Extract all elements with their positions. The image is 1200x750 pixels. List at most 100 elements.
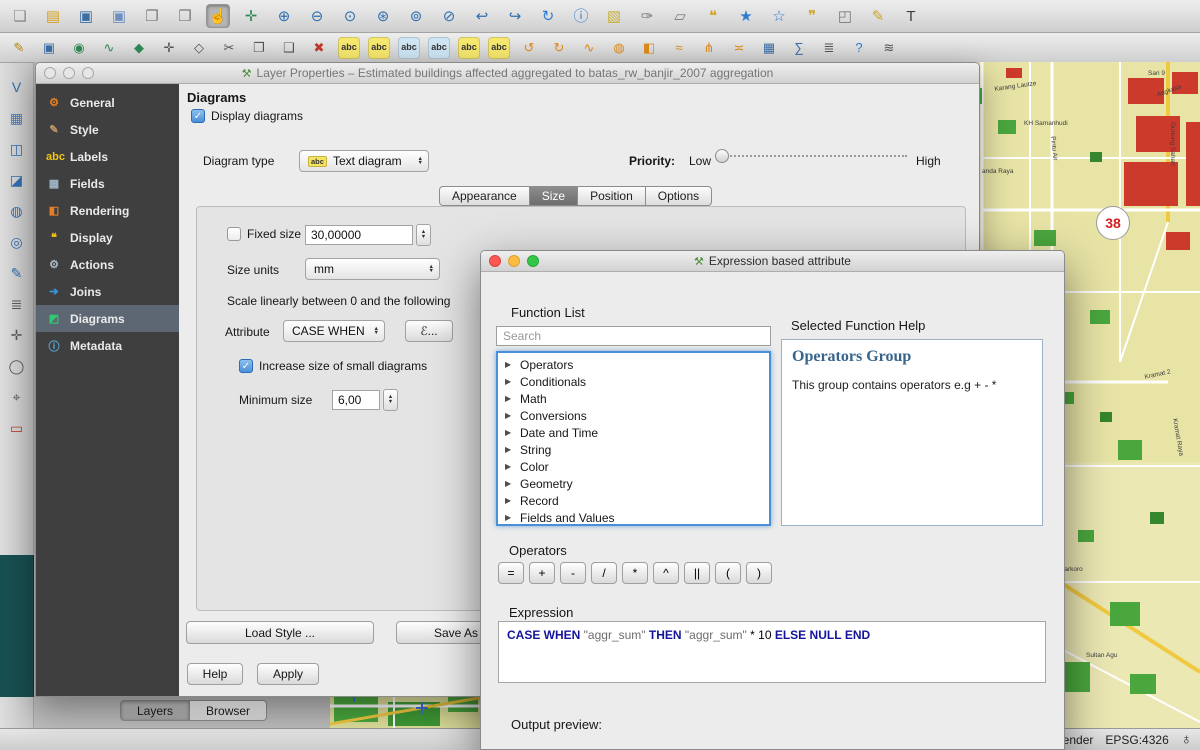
copy-features-icon[interactable]: ❐ bbox=[248, 37, 270, 59]
rotate-feature-icon[interactable]: ↻ bbox=[548, 37, 570, 59]
fixed-size-stepper[interactable]: ▲▼ bbox=[416, 224, 431, 246]
add-gps-icon[interactable]: ✛ bbox=[5, 323, 29, 347]
expand-arrow-icon[interactable]: ▶ bbox=[505, 360, 514, 369]
attribute-dropdown[interactable]: CASE WHEN " ▲▼ bbox=[283, 320, 385, 342]
zoom-last-icon[interactable]: ↩ bbox=[470, 4, 494, 28]
add-wms-layer-icon[interactable]: ◍ bbox=[5, 199, 29, 223]
add-delimited-text-icon[interactable]: ≣ bbox=[5, 292, 29, 316]
sidebar-item-diagrams[interactable]: ◩ Diagrams bbox=[36, 305, 179, 332]
new-bookmark-icon[interactable]: ★ bbox=[734, 4, 758, 28]
expression-editor[interactable]: CASE WHEN "aggr_sum" THEN "aggr_sum" * 1… bbox=[498, 621, 1046, 683]
operator-button[interactable]: ^ bbox=[653, 562, 679, 584]
split-features-icon[interactable]: ⋔ bbox=[698, 37, 720, 59]
toggle-editing-icon[interactable]: ✎ bbox=[8, 37, 30, 59]
label-abc-move-icon[interactable]: abc bbox=[398, 37, 420, 59]
operator-button[interactable]: - bbox=[560, 562, 586, 584]
tab-layers[interactable]: Layers bbox=[120, 700, 190, 721]
ruler-icon[interactable]: ≣ bbox=[818, 37, 840, 59]
zoom-to-layer-icon[interactable]: ⊘ bbox=[437, 4, 461, 28]
crs-globe-icon[interactable]: ♁ bbox=[1181, 731, 1192, 748]
zoom-next-icon[interactable]: ↪ bbox=[503, 4, 527, 28]
capture-point-icon[interactable]: ◉ bbox=[68, 37, 90, 59]
node-tool-icon[interactable]: ◇ bbox=[188, 37, 210, 59]
operator-button[interactable]: = bbox=[498, 562, 524, 584]
identify-icon[interactable]: ⓘ bbox=[569, 4, 593, 28]
minimize-button[interactable] bbox=[508, 255, 520, 267]
composer-manager-icon[interactable]: ❒ bbox=[173, 4, 197, 28]
new-composer-icon[interactable]: ❐ bbox=[140, 4, 164, 28]
function-group-item[interactable]: ▶ Record bbox=[498, 492, 769, 509]
expand-arrow-icon[interactable]: ▶ bbox=[505, 428, 514, 437]
expression-titlebar[interactable]: ⚒ Expression based attribute bbox=[481, 251, 1064, 272]
reshape-icon[interactable]: ≈ bbox=[668, 37, 690, 59]
paste-features-icon[interactable]: ❑ bbox=[278, 37, 300, 59]
new-shapefile-icon[interactable]: ✎ bbox=[5, 261, 29, 285]
function-group-item[interactable]: ▶ Fields and Values bbox=[498, 509, 769, 526]
delete-selected-icon[interactable]: ✖ bbox=[308, 37, 330, 59]
zoom-button[interactable] bbox=[82, 67, 94, 79]
python-console-icon[interactable]: ≋ bbox=[878, 37, 900, 59]
display-diagrams-checkbox[interactable]: ✓ bbox=[191, 109, 205, 123]
function-group-item[interactable]: ▶ Operators bbox=[498, 356, 769, 373]
overview-icon[interactable]: ◰ bbox=[833, 4, 857, 28]
new-annotation-icon[interactable]: ✎ bbox=[866, 4, 890, 28]
expand-arrow-icon[interactable]: ▶ bbox=[505, 462, 514, 471]
move-feature-icon[interactable]: ✛ bbox=[158, 37, 180, 59]
close-button[interactable] bbox=[489, 255, 501, 267]
function-group-item[interactable]: ▶ Conversions bbox=[498, 407, 769, 424]
function-group-item[interactable]: ▶ Math bbox=[498, 390, 769, 407]
function-group-item[interactable]: ▶ String bbox=[498, 441, 769, 458]
zoom-button[interactable] bbox=[527, 255, 539, 267]
tab-size[interactable]: Size bbox=[530, 186, 578, 206]
function-group-item[interactable]: ▶ Date and Time bbox=[498, 424, 769, 441]
add-wfs-layer-icon[interactable]: ◎ bbox=[5, 230, 29, 254]
simplify-feature-icon[interactable]: ∿ bbox=[578, 37, 600, 59]
fixed-size-field[interactable]: 30,00000 bbox=[305, 225, 413, 245]
expand-arrow-icon[interactable]: ▶ bbox=[505, 479, 514, 488]
function-group-item[interactable]: ▶ Color bbox=[498, 458, 769, 475]
add-postgis-layer-icon[interactable]: ◫ bbox=[5, 137, 29, 161]
label-abc-icon[interactable]: abc bbox=[338, 37, 360, 59]
open-project-icon[interactable]: ▤ bbox=[41, 4, 65, 28]
annotation-icon[interactable]: ❞ bbox=[800, 4, 824, 28]
expand-arrow-icon[interactable]: ▶ bbox=[505, 513, 514, 522]
close-button[interactable] bbox=[44, 67, 56, 79]
add-part-icon[interactable]: ◧ bbox=[638, 37, 660, 59]
measure-icon[interactable]: ✑ bbox=[635, 4, 659, 28]
map-tips-icon[interactable]: ❝ bbox=[701, 4, 725, 28]
expand-arrow-icon[interactable]: ▶ bbox=[505, 496, 514, 505]
diagram-type-dropdown[interactable]: abc Text diagram ▲▼ bbox=[299, 150, 429, 172]
sidebar-item-labels[interactable]: abc Labels bbox=[36, 143, 179, 170]
show-bookmarks-icon[interactable]: ☆ bbox=[767, 4, 791, 28]
save-project-as-icon[interactable]: ▣ bbox=[107, 4, 131, 28]
add-vector-layer-icon[interactable]: V bbox=[5, 75, 29, 99]
slider-thumb[interactable] bbox=[715, 149, 729, 163]
sidebar-item-display[interactable]: ❝ Display bbox=[36, 224, 179, 251]
tab-browser[interactable]: Browser bbox=[190, 700, 267, 721]
operator-button[interactable]: ) bbox=[746, 562, 772, 584]
label-abc-show-icon[interactable]: abc bbox=[488, 37, 510, 59]
function-group-item[interactable]: ▶ Conditionals bbox=[498, 373, 769, 390]
field-calculator-icon[interactable]: ∑ bbox=[788, 37, 810, 59]
coordinate-capture-icon[interactable]: ⌖ bbox=[5, 385, 29, 409]
cut-features-icon[interactable]: ✂ bbox=[218, 37, 240, 59]
save-edits-icon[interactable]: ▣ bbox=[38, 37, 60, 59]
select-features-icon[interactable]: ▧ bbox=[602, 4, 626, 28]
add-spatialite-layer-icon[interactable]: ◪ bbox=[5, 168, 29, 192]
sidebar-item-joins[interactable]: ➔ Joins bbox=[36, 278, 179, 305]
minimize-button[interactable] bbox=[63, 67, 75, 79]
operator-button[interactable]: * bbox=[622, 562, 648, 584]
expand-arrow-icon[interactable]: ▶ bbox=[505, 377, 514, 386]
label-abc-rotate-icon[interactable]: abc bbox=[428, 37, 450, 59]
layer-properties-titlebar[interactable]: ⚒ Layer Properties – Estimated buildings… bbox=[36, 63, 979, 84]
function-list[interactable]: ▶ Operators ▶ Conditionals ▶ Math ▶ bbox=[496, 351, 771, 526]
operator-button[interactable]: || bbox=[684, 562, 710, 584]
new-project-icon[interactable]: ❏ bbox=[8, 4, 32, 28]
zoom-in-icon[interactable]: ⊕ bbox=[272, 4, 296, 28]
sidebar-item-actions[interactable]: ⚙ Actions bbox=[36, 251, 179, 278]
label-abc-pin-icon[interactable]: abc bbox=[458, 37, 480, 59]
minimum-size-field[interactable]: 6,00 bbox=[332, 390, 380, 410]
size-units-dropdown[interactable]: mm ▲▼ bbox=[305, 258, 440, 280]
apply-button[interactable]: Apply bbox=[257, 663, 319, 685]
expand-arrow-icon[interactable]: ▶ bbox=[505, 445, 514, 454]
